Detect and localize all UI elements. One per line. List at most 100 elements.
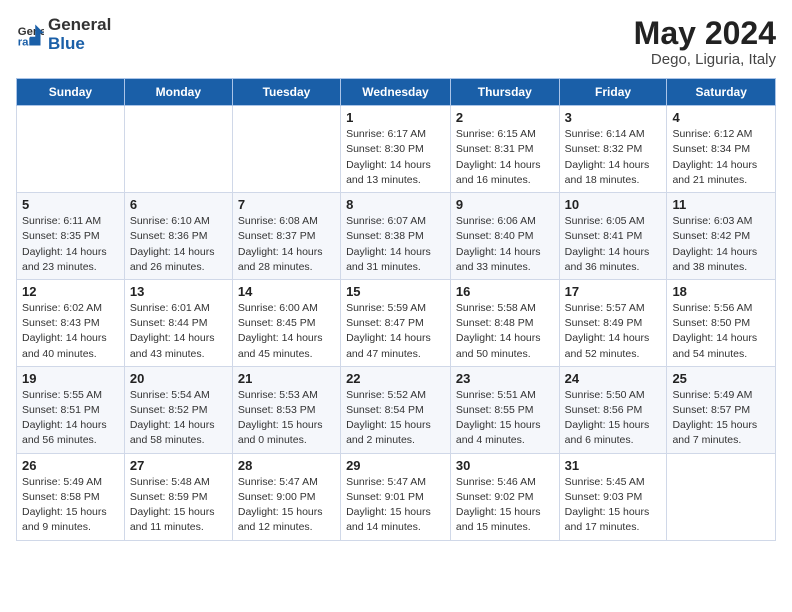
day-info: Sunrise: 6:14 AM Sunset: 8:32 PM Dayligh… — [565, 127, 662, 188]
day-info: Sunrise: 6:11 AM Sunset: 8:35 PM Dayligh… — [22, 214, 119, 275]
logo: Gene ral General Blue — [16, 16, 111, 53]
day-info: Sunrise: 5:59 AM Sunset: 8:47 PM Dayligh… — [346, 301, 445, 362]
day-info: Sunrise: 6:10 AM Sunset: 8:36 PM Dayligh… — [130, 214, 227, 275]
day-info: Sunrise: 5:58 AM Sunset: 8:48 PM Dayligh… — [456, 301, 554, 362]
day-number: 17 — [565, 284, 662, 299]
calendar-cell: 2 Sunrise: 6:15 AM Sunset: 8:31 PM Daylig… — [450, 106, 559, 193]
day-info: Sunrise: 5:46 AM Sunset: 9:02 PM Dayligh… — [456, 475, 554, 536]
calendar-header-row: SundayMondayTuesdayWednesdayThursdayFrid… — [17, 79, 776, 106]
day-info: Sunrise: 5:55 AM Sunset: 8:51 PM Dayligh… — [22, 388, 119, 449]
day-info: Sunrise: 6:07 AM Sunset: 8:38 PM Dayligh… — [346, 214, 445, 275]
day-number: 10 — [565, 197, 662, 212]
calendar-cell — [232, 106, 340, 193]
calendar-cell: 13 Sunrise: 6:01 AM Sunset: 8:44 PM Dayli… — [124, 279, 232, 366]
calendar-cell: 12 Sunrise: 6:02 AM Sunset: 8:43 PM Dayli… — [17, 279, 125, 366]
day-of-week-header: Thursday — [450, 79, 559, 106]
day-number: 13 — [130, 284, 227, 299]
calendar-cell: 23 Sunrise: 5:51 AM Sunset: 8:55 PM Dayli… — [450, 366, 559, 453]
day-info: Sunrise: 6:17 AM Sunset: 8:30 PM Dayligh… — [346, 127, 445, 188]
calendar-cell: 11 Sunrise: 6:03 AM Sunset: 8:42 PM Dayli… — [667, 193, 776, 280]
calendar-week-row: 12 Sunrise: 6:02 AM Sunset: 8:43 PM Dayli… — [17, 279, 776, 366]
calendar-cell: 31Sunrise: 5:45 AM Sunset: 9:03 PM Dayli… — [559, 453, 667, 540]
logo-icon: Gene ral — [16, 21, 44, 49]
day-number: 18 — [672, 284, 770, 299]
calendar-location: Dego, Liguria, Italy — [634, 51, 776, 68]
day-info: Sunrise: 5:49 AM Sunset: 8:57 PM Dayligh… — [672, 388, 770, 449]
calendar-title: May 2024 — [634, 16, 776, 51]
day-info: Sunrise: 5:54 AM Sunset: 8:52 PM Dayligh… — [130, 388, 227, 449]
logo-general: General — [48, 16, 111, 35]
day-info: Sunrise: 5:45 AM Sunset: 9:03 PM Dayligh… — [565, 475, 662, 536]
day-info: Sunrise: 5:49 AM Sunset: 8:58 PM Dayligh… — [22, 475, 119, 536]
day-info: Sunrise: 5:51 AM Sunset: 8:55 PM Dayligh… — [456, 388, 554, 449]
calendar-cell: 3 Sunrise: 6:14 AM Sunset: 8:32 PM Daylig… — [559, 106, 667, 193]
day-info: Sunrise: 5:47 AM Sunset: 9:00 PM Dayligh… — [238, 475, 335, 536]
day-info: Sunrise: 6:05 AM Sunset: 8:41 PM Dayligh… — [565, 214, 662, 275]
day-number: 28 — [238, 458, 335, 473]
calendar-cell — [667, 453, 776, 540]
day-number: 14 — [238, 284, 335, 299]
day-of-week-header: Friday — [559, 79, 667, 106]
day-number: 25 — [672, 371, 770, 386]
day-of-week-header: Monday — [124, 79, 232, 106]
svg-text:ral: ral — [18, 36, 32, 48]
calendar-cell: 14 Sunrise: 6:00 AM Sunset: 8:45 PM Dayli… — [232, 279, 340, 366]
calendar-cell: 7 Sunrise: 6:08 AM Sunset: 8:37 PM Daylig… — [232, 193, 340, 280]
day-number: 20 — [130, 371, 227, 386]
calendar-cell: 20 Sunrise: 5:54 AM Sunset: 8:52 PM Dayli… — [124, 366, 232, 453]
day-number: 6 — [130, 197, 227, 212]
day-info: Sunrise: 6:08 AM Sunset: 8:37 PM Dayligh… — [238, 214, 335, 275]
day-number: 26 — [22, 458, 119, 473]
logo-blue: Blue — [48, 35, 111, 54]
day-number: 27 — [130, 458, 227, 473]
day-number: 5 — [22, 197, 119, 212]
day-number: 16 — [456, 284, 554, 299]
calendar-cell: 30 Sunrise: 5:46 AM Sunset: 9:02 PM Dayli… — [450, 453, 559, 540]
day-info: Sunrise: 6:06 AM Sunset: 8:40 PM Dayligh… — [456, 214, 554, 275]
day-of-week-header: Sunday — [17, 79, 125, 106]
day-number: 21 — [238, 371, 335, 386]
calendar-cell: 1Sunrise: 6:17 AM Sunset: 8:30 PM Daylig… — [341, 106, 451, 193]
day-info: Sunrise: 5:57 AM Sunset: 8:49 PM Dayligh… — [565, 301, 662, 362]
calendar-cell — [17, 106, 125, 193]
calendar-cell: 8 Sunrise: 6:07 AM Sunset: 8:38 PM Daylig… — [341, 193, 451, 280]
calendar-cell: 18 Sunrise: 5:56 AM Sunset: 8:50 PM Dayli… — [667, 279, 776, 366]
day-number: 2 — [456, 110, 554, 125]
calendar-cell: 16 Sunrise: 5:58 AM Sunset: 8:48 PM Dayli… — [450, 279, 559, 366]
calendar-week-row: 26 Sunrise: 5:49 AM Sunset: 8:58 PM Dayli… — [17, 453, 776, 540]
day-number: 30 — [456, 458, 554, 473]
day-number: 11 — [672, 197, 770, 212]
day-info: Sunrise: 6:03 AM Sunset: 8:42 PM Dayligh… — [672, 214, 770, 275]
day-number: 19 — [22, 371, 119, 386]
day-number: 24 — [565, 371, 662, 386]
day-info: Sunrise: 6:15 AM Sunset: 8:31 PM Dayligh… — [456, 127, 554, 188]
day-info: Sunrise: 6:02 AM Sunset: 8:43 PM Dayligh… — [22, 301, 119, 362]
day-number: 7 — [238, 197, 335, 212]
day-number: 8 — [346, 197, 445, 212]
day-info: Sunrise: 6:12 AM Sunset: 8:34 PM Dayligh… — [672, 127, 770, 188]
day-number: 12 — [22, 284, 119, 299]
day-info: Sunrise: 5:52 AM Sunset: 8:54 PM Dayligh… — [346, 388, 445, 449]
day-number: 29 — [346, 458, 445, 473]
page-header: Gene ral General Blue May 2024 Dego, Lig… — [16, 16, 776, 68]
calendar-cell: 15 Sunrise: 5:59 AM Sunset: 8:47 PM Dayli… — [341, 279, 451, 366]
day-number: 15 — [346, 284, 445, 299]
calendar-week-row: 19 Sunrise: 5:55 AM Sunset: 8:51 PM Dayli… — [17, 366, 776, 453]
day-of-week-header: Tuesday — [232, 79, 340, 106]
calendar-cell: 6 Sunrise: 6:10 AM Sunset: 8:36 PM Daylig… — [124, 193, 232, 280]
day-number: 23 — [456, 371, 554, 386]
calendar-cell: 19 Sunrise: 5:55 AM Sunset: 8:51 PM Dayli… — [17, 366, 125, 453]
day-number: 3 — [565, 110, 662, 125]
day-info: Sunrise: 5:56 AM Sunset: 8:50 PM Dayligh… — [672, 301, 770, 362]
calendar-cell: 22 Sunrise: 5:52 AM Sunset: 8:54 PM Dayli… — [341, 366, 451, 453]
day-info: Sunrise: 6:00 AM Sunset: 8:45 PM Dayligh… — [238, 301, 335, 362]
day-of-week-header: Wednesday — [341, 79, 451, 106]
day-of-week-header: Saturday — [667, 79, 776, 106]
day-info: Sunrise: 5:50 AM Sunset: 8:56 PM Dayligh… — [565, 388, 662, 449]
calendar-cell: 17 Sunrise: 5:57 AM Sunset: 8:49 PM Dayli… — [559, 279, 667, 366]
calendar-cell: 27Sunrise: 5:48 AM Sunset: 8:59 PM Dayli… — [124, 453, 232, 540]
calendar-cell: 21 Sunrise: 5:53 AM Sunset: 8:53 PM Dayli… — [232, 366, 340, 453]
day-info: Sunrise: 5:53 AM Sunset: 8:53 PM Dayligh… — [238, 388, 335, 449]
day-number: 22 — [346, 371, 445, 386]
day-info: Sunrise: 6:01 AM Sunset: 8:44 PM Dayligh… — [130, 301, 227, 362]
